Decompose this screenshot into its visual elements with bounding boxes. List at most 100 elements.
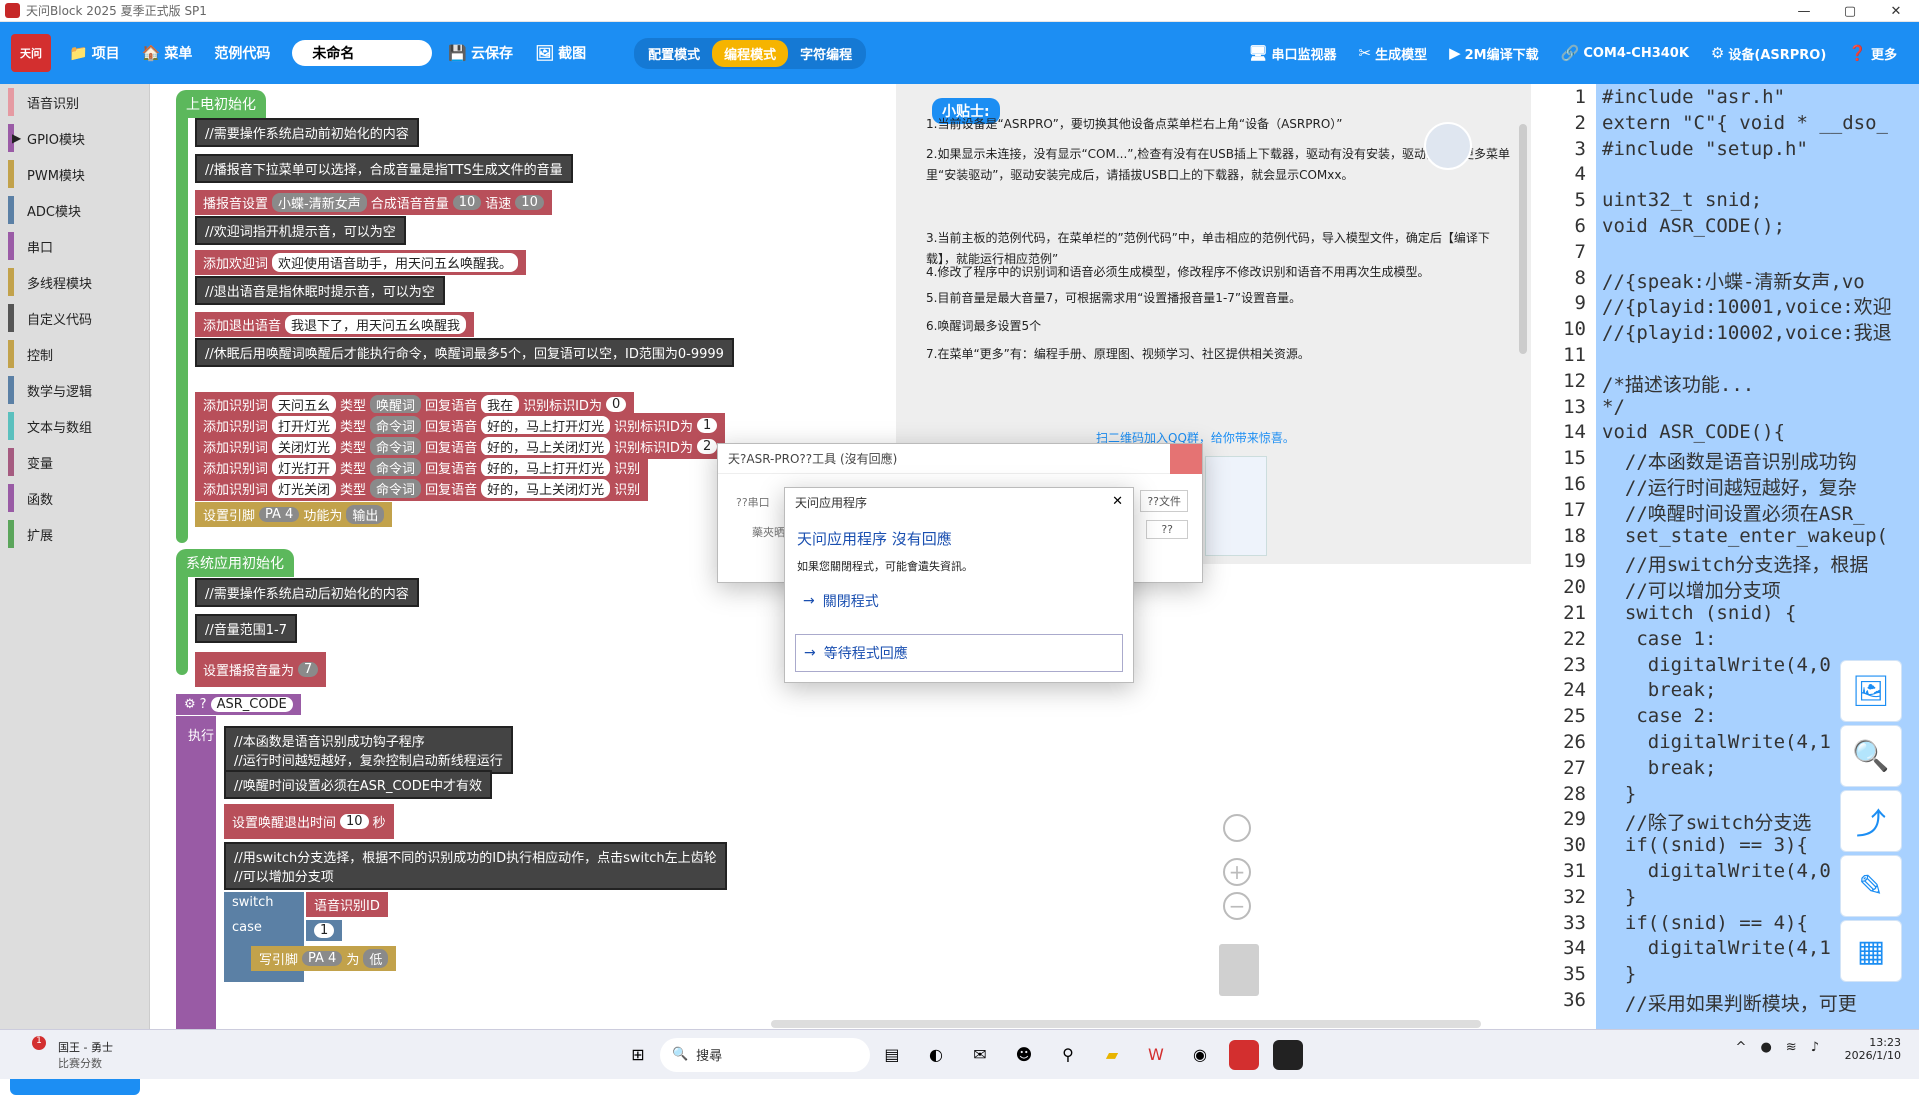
sidebar-category[interactable]: 串口 (0, 228, 149, 264)
filename-input[interactable]: 未命名 (292, 40, 433, 66)
close-window-button[interactable]: ✕ (1873, 0, 1919, 22)
edit-icon[interactable]: ✎ (1840, 855, 1902, 917)
teams-icon[interactable]: ☻ (1009, 1040, 1039, 1070)
file-button[interactable]: ??文件 (1140, 490, 1188, 512)
sidebar-category[interactable]: ADC模块 (0, 192, 149, 228)
edge-icon[interactable]: ◐ (921, 1040, 951, 1070)
wait-program-option[interactable]: → 等待程式回應 (795, 634, 1123, 672)
code-line[interactable]: uint32_t snid; (1602, 189, 1762, 211)
sidebar-category[interactable]: 自定义代码 (0, 300, 149, 336)
asr-code-function-block[interactable]: ⚙ ? ASR_CODE (176, 694, 301, 715)
code-line[interactable]: //{playid:10002,voice:我退 (1602, 318, 1892, 345)
recog-typev[interactable]: 唤醒词 (370, 395, 422, 414)
comment-block[interactable]: //需要操作系统启动后初始化的内容 (195, 578, 419, 607)
comment-block[interactable]: //唤醒时间设置必须在ASR_CODE中才有效 (224, 770, 492, 799)
examples-button[interactable]: 范例代码 (214, 43, 270, 63)
code-line[interactable]: digitalWrite(4,0 (1602, 860, 1831, 882)
welcome-block[interactable]: 添加欢迎词 欢迎使用语音助手，用天问五幺唤醒我。 (195, 250, 527, 275)
recog-typev[interactable]: 命令词 (370, 437, 422, 456)
outlook-icon[interactable]: ✉ (965, 1040, 995, 1070)
code-line[interactable]: extern "C"{ void * __dso_ (1602, 112, 1888, 134)
code-line[interactable]: */ (1602, 396, 1625, 418)
tips-scrollbar[interactable] (1519, 124, 1527, 354)
dialog-close-button[interactable]: ✕ (1112, 494, 1123, 509)
code-line[interactable]: void ASR_CODE(){ (1602, 421, 1785, 443)
sidebar-category[interactable]: 多线程模块 (0, 264, 149, 300)
screenshot-button[interactable]: 🖼 截图 (535, 43, 586, 63)
code-line[interactable]: //除了switch分支选 (1602, 808, 1812, 835)
recog-typev[interactable]: 命令词 (370, 416, 422, 435)
code-line[interactable]: break; (1602, 757, 1717, 779)
synth-volume-dropdown[interactable]: 10 (452, 195, 482, 210)
gear-icon[interactable]: ⚙ (184, 697, 196, 712)
volume-dropdown[interactable]: 7 (298, 662, 319, 677)
asr-tool-icon[interactable] (1272, 1039, 1303, 1070)
bg-button[interactable]: ?? (1146, 520, 1188, 539)
code-line[interactable]: case 1: (1602, 628, 1716, 650)
asr-tool-close-button[interactable] (1170, 444, 1202, 474)
comment-block[interactable]: //休眠后用唤醒词唤醒后才能执行命令，唤醒词最多5个，回复语可以空，ID范围为0… (195, 338, 734, 367)
code-line[interactable]: //{speak:小蝶-清新女声,vo (1602, 267, 1865, 294)
comment-block[interactable]: //音量范围1-7 (195, 614, 297, 643)
more-button[interactable]: ❓ 更多 (1848, 44, 1897, 63)
code-line[interactable]: if((snid) == 4){ (1602, 912, 1808, 934)
recog-word[interactable]: 灯光打开 (272, 458, 337, 477)
set-volume-block[interactable]: 设置播报音量为 7 (195, 652, 327, 687)
welcome-text-field[interactable]: 欢迎使用语音助手，用天问五幺唤醒我。 (272, 253, 519, 272)
device-button[interactable]: ⚙ 设备(ASRPRO) (1711, 44, 1826, 63)
start-icon[interactable]: ⊞ (623, 1040, 653, 1070)
code-line[interactable]: if((snid) == 3){ (1602, 834, 1808, 856)
code-line[interactable]: } (1602, 963, 1636, 985)
voice-setting-block[interactable]: 播报音设置 小蝶-清新女声 合成语音音量 10 语速 10 (195, 190, 552, 215)
project-menu[interactable]: 📁 项目 (69, 43, 120, 63)
recognition-id-block[interactable]: 语音识别ID (306, 892, 388, 917)
recog-word[interactable]: 打开灯光 (272, 416, 337, 435)
add-recognition-word-block[interactable]: 添加识别词 灯光关闭 类型 命令词 回复语音 好的，马上关闭灯光 识别 (195, 476, 649, 501)
taskbar-search[interactable]: 🔍 搜尋 (659, 1037, 870, 1072)
exit-voice-text-field[interactable]: 我退下了，用天问五幺唤醒我 (285, 315, 467, 334)
comment-block[interactable]: //播报音下拉菜单可以选择，合成音量是指TTS生成文件的音量 (195, 154, 573, 183)
help-icon[interactable]: ? (200, 697, 207, 712)
code-line[interactable]: case 2: (1602, 705, 1716, 727)
compile-download-button[interactable]: ▶ 2M编译下载 (1449, 44, 1539, 63)
game-widget-icon[interactable]: 1 (24, 1035, 54, 1070)
com-port-button[interactable]: 🔗 COM4-CH340K (1561, 44, 1689, 62)
comment-block[interactable]: //退出语音是指休眠时提示音，可以为空 (195, 276, 445, 305)
not-responding-dialog[interactable]: 天问应用程序 ✕ 天问应用程序 沒有回應 如果您關閉程式，可能會遺失資訊。 → 關… (784, 487, 1134, 683)
code-line[interactable]: break; (1602, 679, 1717, 701)
function-dropdown[interactable]: 输出 (346, 505, 385, 524)
qr-icon[interactable]: ▦ (1840, 920, 1902, 982)
code-line[interactable]: //采用如果判断模块，可更 (1602, 989, 1857, 1016)
sidebar-category[interactable]: 数学与逻辑 (0, 372, 149, 408)
wake-timeout-field[interactable]: 10 (340, 814, 369, 829)
recog-replyv[interactable]: 好的，马上关闭灯光 (481, 479, 611, 498)
comment-block[interactable]: //欢迎词指开机提示音，可以为空 (195, 216, 406, 245)
recog-typev[interactable]: 命令词 (370, 479, 422, 498)
recog-replyv[interactable]: 好的，马上打开灯光 (481, 458, 611, 477)
system-init-hat[interactable]: 系统应用初始化 (176, 549, 294, 577)
write-pin-block[interactable]: 写引脚 PA 4 为 低 (251, 946, 397, 971)
clock[interactable]: 13:23 2026/1/10 (1845, 1036, 1901, 1062)
cloud-save-button[interactable]: 💾 云保存 (448, 43, 513, 63)
code-line[interactable]: //运行时间越短越好，复杂 (1602, 473, 1857, 500)
text-program-tab[interactable]: 字符编程 (788, 40, 864, 67)
recog-replyv[interactable]: 好的，马上打开灯光 (481, 416, 611, 435)
case-value-field[interactable]: 1 (314, 923, 335, 938)
case-value-block[interactable]: 1 (306, 920, 343, 941)
write-pin-dropdown[interactable]: PA 4 (302, 951, 343, 966)
menu-button[interactable]: 🏠 菜单 (142, 43, 193, 63)
recog-word[interactable]: 关闭灯光 (272, 437, 337, 456)
sidebar-category[interactable]: ▶ GPIO模块 (0, 120, 149, 156)
wifi-icon[interactable]: ≋ (1786, 1040, 1797, 1055)
comment-block[interactable]: //需要操作系统启动前初始化的内容 (195, 118, 419, 147)
recog-replyv[interactable]: 我在 (481, 395, 520, 414)
zoom-in-icon[interactable]: + (1223, 858, 1251, 886)
wps-icon[interactable]: W (1141, 1040, 1171, 1070)
sidebar-category[interactable]: 文本与数组 (0, 408, 149, 444)
generate-model-button[interactable]: ✂ 生成模型 (1359, 44, 1428, 63)
code-line[interactable]: digitalWrite(4,0 (1602, 654, 1831, 676)
sidebar-category[interactable]: 语音识别 (0, 84, 149, 120)
task-view-icon[interactable]: ▤ (877, 1040, 907, 1070)
code-line[interactable]: switch (snid) { (1602, 602, 1797, 624)
sidebar-category[interactable]: 函数 (0, 480, 149, 516)
